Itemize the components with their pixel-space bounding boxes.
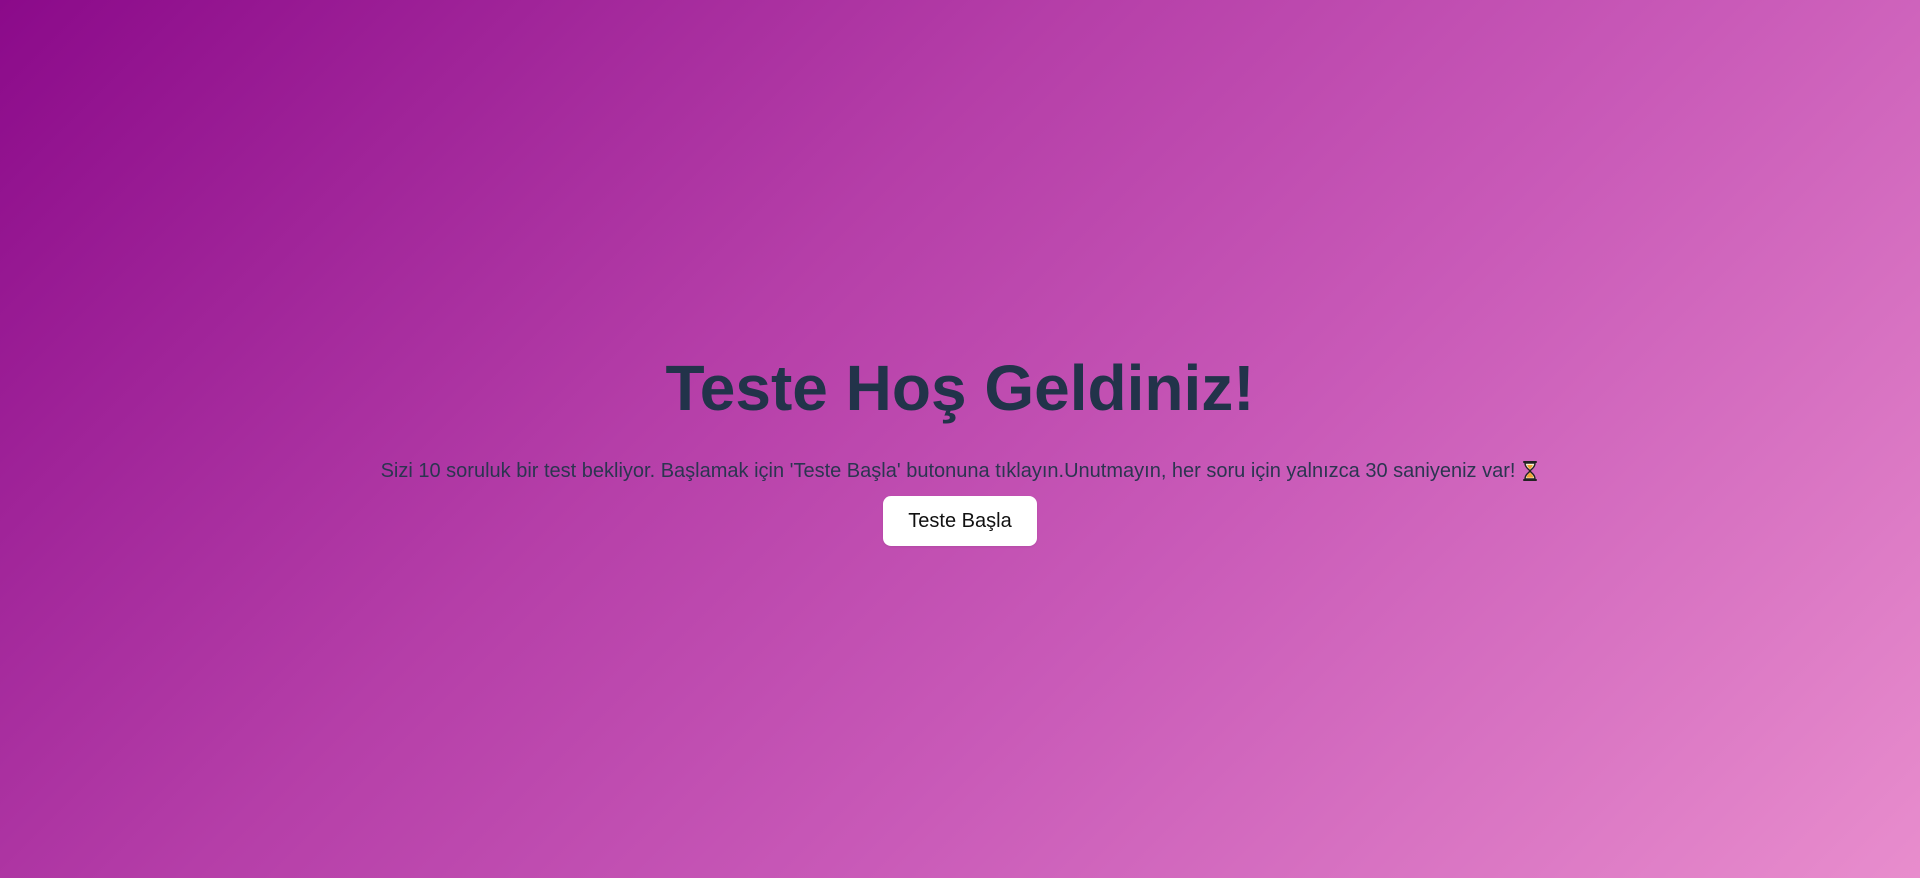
start-test-button[interactable]: Teste Başla bbox=[883, 496, 1037, 546]
welcome-message-text: Sizi 10 soruluk bir test bekliyor. Başla… bbox=[380, 460, 1516, 482]
page-title: Teste Hoş Geldiniz! bbox=[665, 352, 1255, 424]
welcome-page: { "page": { "title": "Teste Hoş Geldiniz… bbox=[0, 0, 1920, 878]
welcome-message: Sizi 10 soruluk bir test bekliyor. Başla… bbox=[381, 458, 1540, 484]
hourglass-icon bbox=[1521, 460, 1539, 482]
welcome-container: Teste Hoş Geldiniz! Sizi 10 soruluk bir … bbox=[0, 348, 1920, 546]
